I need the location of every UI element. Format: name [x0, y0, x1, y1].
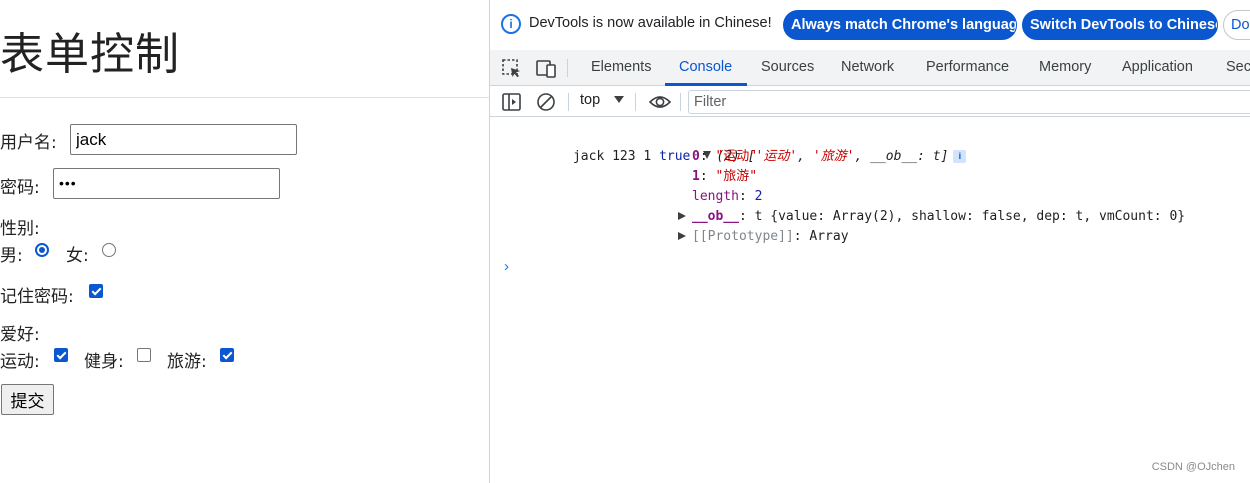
array-preview-sep: , — [797, 149, 813, 164]
device-toolbar-icon[interactable] — [535, 58, 557, 80]
tab-console[interactable]: Console — [679, 59, 732, 75]
toolbar-separator — [568, 93, 569, 111]
gender-male-radio[interactable] — [35, 243, 49, 257]
proto-value: Array — [809, 229, 849, 244]
hobby-travel-checkbox[interactable] — [220, 348, 234, 362]
array-entry-0: 0: "运动" — [692, 149, 758, 164]
tab-separator — [567, 59, 568, 77]
entry-key: 1 — [692, 169, 700, 184]
chevron-down-icon — [614, 96, 624, 103]
hobby-sport-label: 运动: — [0, 352, 40, 372]
dont-show-again-button[interactable]: Don't show again — [1223, 10, 1250, 40]
inspect-element-icon[interactable] — [501, 58, 523, 80]
ob-key: __ob__ — [692, 209, 739, 224]
hobby-sport-checkbox[interactable] — [54, 348, 68, 362]
gender-label: 性别: — [0, 219, 40, 239]
console-filter-input[interactable] — [688, 90, 1250, 114]
rendered-page: 表单控制 用户名: 密码: ••• 性别: 男: 女: 记住密码: 爱好: 运动… — [0, 0, 489, 483]
switch-to-chinese-button[interactable]: Switch DevTools to Chinese — [1022, 10, 1218, 40]
hobby-fitness-checkbox[interactable] — [137, 348, 151, 362]
remember-checkbox[interactable] — [89, 284, 103, 298]
hobbies-label: 爱好: — [0, 325, 40, 345]
info-icon: i — [501, 14, 521, 34]
infobar-message: DevTools is now available in Chinese! — [529, 15, 772, 31]
array-ob-row[interactable]: __ob__: t {value: Array(2), shallow: fal… — [678, 207, 1185, 227]
username-label: 用户名: — [0, 133, 57, 153]
log-bool-value: true — [659, 149, 691, 164]
eye-icon[interactable] — [648, 91, 672, 113]
submit-button[interactable]: 提交 — [1, 384, 54, 415]
remember-label: 记住密码: — [0, 287, 74, 307]
password-input[interactable]: ••• — [53, 168, 280, 199]
gender-female-label: 女: — [66, 246, 89, 266]
devtools-panel: i DevTools is now available in Chinese! … — [489, 0, 1250, 483]
tab-elements[interactable]: Elements — [591, 59, 651, 75]
page-title: 表单控制 — [0, 29, 180, 80]
toolbar-separator — [680, 93, 681, 111]
entry-value: "运动" — [715, 149, 758, 164]
array-entry-1: 1: "旅游" — [692, 169, 758, 184]
password-label: 密码: — [0, 178, 40, 198]
info-badge-icon[interactable]: i — [953, 150, 967, 163]
array-preview-item0: '运动' — [755, 149, 798, 164]
proto-key: [[Prototype]] — [692, 229, 794, 244]
tab-performance[interactable]: Performance — [926, 59, 1009, 75]
console-output: jack 123 1 true (2) ['运动', '旅游', __ob__: … — [490, 117, 1250, 483]
array-length: length: 2 — [692, 189, 763, 204]
tab-sources[interactable]: Sources — [761, 59, 814, 75]
watermark: CSDN @OJchen — [1151, 461, 1235, 473]
hobby-fitness-label: 健身: — [84, 352, 124, 372]
length-key: length — [692, 189, 739, 204]
entry-key: 0 — [692, 149, 700, 164]
tab-memory[interactable]: Memory — [1039, 59, 1091, 75]
array-preview-item1: '旅游' — [812, 149, 855, 164]
log-plain-values: jack 123 1 — [572, 149, 660, 164]
array-prototype-row[interactable]: [[Prototype]]: Array — [678, 227, 849, 247]
context-selector[interactable]: top — [580, 92, 600, 108]
username-input[interactable] — [70, 124, 297, 155]
sidebar-toggle-icon[interactable] — [501, 91, 523, 113]
tab-application[interactable]: Application — [1122, 59, 1193, 75]
entry-value: "旅游" — [715, 169, 758, 184]
ob-value: t {value: Array(2), shallow: false, dep:… — [754, 209, 1186, 224]
gender-male-label: 男: — [0, 246, 23, 266]
tab-security[interactable]: Security — [1226, 59, 1250, 75]
console-prompt-chevron-icon[interactable]: › — [504, 258, 509, 275]
title-divider — [0, 97, 489, 98]
language-infobar: i DevTools is now available in Chinese! … — [490, 0, 1250, 50]
length-value: 2 — [754, 189, 763, 204]
gender-female-radio[interactable] — [102, 243, 116, 257]
always-match-language-button[interactable]: Always match Chrome's language — [783, 10, 1017, 40]
expand-toggle-icon[interactable] — [678, 232, 686, 240]
array-preview-ob: , __ob__: t] — [854, 149, 949, 164]
console-toolbar: top — [490, 86, 1250, 117]
toolbar-separator — [635, 93, 636, 111]
devtools-tab-bar: Elements Console Sources Network Perform… — [490, 50, 1250, 86]
hobby-travel-label: 旅游: — [167, 352, 207, 372]
expand-toggle-icon[interactable] — [678, 212, 686, 220]
clear-console-icon[interactable] — [535, 91, 557, 113]
tab-network[interactable]: Network — [841, 59, 894, 75]
